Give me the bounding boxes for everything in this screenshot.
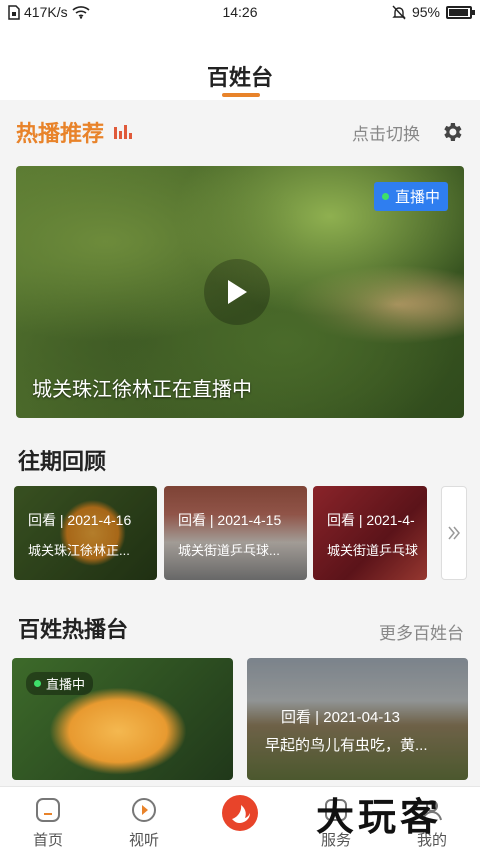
- live-dot-icon: [381, 193, 389, 200]
- people-card-title: 早起的鸟儿有虫吃，黄...: [265, 737, 428, 754]
- play-icon: [228, 280, 247, 304]
- live-badge-label: 直播中: [394, 189, 440, 206]
- battery-icon: [446, 5, 475, 19]
- past-item-date: 回看 | 2021-4-15: [178, 512, 282, 528]
- bar-chart-icon: [114, 125, 133, 139]
- hot-title: 热播推荐: [16, 121, 105, 146]
- featured-live-card[interactable]: 直播中 城关珠江徐林正在直播中: [16, 166, 464, 418]
- hot-section-header: 热播推荐 点击切换: [16, 116, 464, 148]
- people-card[interactable]: 回看 | 2021-04-13 早起的鸟儿有虫吃，黄...: [247, 658, 468, 780]
- live-badge: 直播中: [373, 182, 448, 211]
- gear-icon[interactable]: [440, 120, 464, 144]
- mute-bell-icon: [392, 5, 406, 19]
- past-list: 回看 | 2021-4-16 城关珠江徐林正... 回看 | 2021-4-15…: [14, 486, 480, 582]
- past-more-button[interactable]: [441, 486, 467, 580]
- live-caption: 城关珠江徐林正在直播中: [32, 379, 252, 401]
- play-circle-icon: [132, 798, 156, 822]
- tab-av-label: 视听: [128, 832, 159, 849]
- play-button[interactable]: [204, 259, 270, 325]
- past-item[interactable]: 回看 | 2021-4-15 城关街道乒乓球...: [164, 486, 307, 580]
- switch-button[interactable]: 点击切换: [352, 120, 420, 145]
- past-item-date: 回看 | 2021-4-16: [28, 512, 132, 528]
- tab-home[interactable]: 首页: [18, 795, 78, 850]
- double-chevron-right-icon: [448, 526, 460, 540]
- page-title: 百姓台: [206, 65, 273, 90]
- status-bar: 417K/s 14:26 95%: [0, 0, 480, 26]
- past-item-title: 城关珠江徐林正...: [28, 543, 130, 558]
- past-section-title: 往期回顾: [18, 449, 107, 474]
- people-section-title: 百姓热播台: [18, 617, 129, 642]
- live-dot-icon: [34, 680, 41, 687]
- live-tag: 直播中: [26, 672, 94, 695]
- battery-percent: 95%: [411, 4, 440, 20]
- watermark: 大玩客: [316, 794, 443, 839]
- past-item-date: 回看 | 2021-4-: [327, 512, 415, 528]
- home-icon: [36, 798, 60, 822]
- tab-center[interactable]: [210, 795, 270, 839]
- more-people-link[interactable]: 更多百姓台: [379, 619, 464, 644]
- title-underline: [222, 93, 260, 97]
- past-item-title: 城关街道乒乓球...: [178, 543, 280, 558]
- tab-av[interactable]: 视听: [114, 795, 174, 850]
- people-card[interactable]: 直播中: [12, 658, 233, 780]
- people-card-date: 回看 | 2021-04-13: [281, 709, 400, 726]
- tab-home-label: 首页: [32, 832, 63, 849]
- header: 百姓台: [0, 26, 480, 100]
- phoenix-logo-icon: [222, 795, 258, 831]
- past-item-title: 城关街道乒乓球: [327, 543, 419, 558]
- past-item[interactable]: 回看 | 2021-4-16 城关珠江徐林正...: [14, 486, 157, 580]
- live-tag-label: 直播中: [46, 677, 86, 692]
- past-item[interactable]: 回看 | 2021-4- 城关街道乒乓球: [313, 486, 427, 580]
